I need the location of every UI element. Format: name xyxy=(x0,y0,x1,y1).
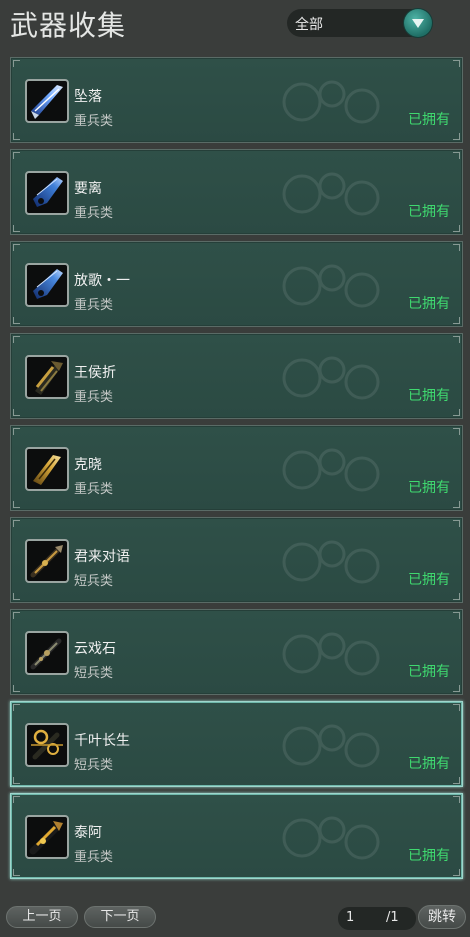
page-input[interactable]: 1 xyxy=(346,910,376,925)
weapon-name: 泰阿 xyxy=(74,825,102,841)
weapon-name: 放歌・一 xyxy=(74,273,130,289)
weapon-item[interactable]: 君来对语 短兵类 已拥有 xyxy=(10,517,463,603)
weapon-category: 短兵类 xyxy=(74,666,114,681)
short-weapon-icon xyxy=(25,539,69,583)
short-weapon-icon xyxy=(25,631,69,675)
weapon-name: 克晓 xyxy=(74,457,102,473)
short-weapon-icon xyxy=(25,723,69,767)
prev-page-button[interactable]: 上一页 xyxy=(6,906,78,928)
owned-status: 已拥有 xyxy=(408,388,450,404)
weapon-name: 王侯折 xyxy=(74,365,116,381)
page-total: /1 xyxy=(386,910,399,925)
weapon-item[interactable]: 坠落 重兵类 已拥有 xyxy=(10,57,463,143)
heavy-weapon-icon xyxy=(25,815,69,859)
pagination: 上一页 下一页 1 /1 跳转 xyxy=(0,897,470,937)
page-input-box: 1 /1 xyxy=(338,907,416,930)
weapon-item[interactable]: 放歌・一 重兵类 已拥有 xyxy=(10,241,463,327)
owned-status: 已拥有 xyxy=(408,480,450,496)
weapon-name: 要离 xyxy=(74,181,102,197)
page-title: 武器收集 xyxy=(10,9,127,42)
filter-label: 全部 xyxy=(295,17,323,33)
owned-status: 已拥有 xyxy=(408,112,450,128)
weapon-category: 重兵类 xyxy=(74,482,114,497)
header: 武器收集 全部 xyxy=(0,0,470,50)
weapon-category: 重兵类 xyxy=(74,298,114,313)
weapon-name: 千叶长生 xyxy=(74,733,130,749)
weapon-category: 短兵类 xyxy=(74,758,114,773)
filter-dropdown[interactable]: 全部 xyxy=(287,9,432,37)
weapon-item[interactable]: 泰阿 重兵类 已拥有 xyxy=(10,793,463,879)
heavy-weapon-icon xyxy=(25,355,69,399)
jump-button[interactable]: 跳转 xyxy=(418,905,466,929)
weapon-item[interactable]: 千叶长生 短兵类 已拥有 xyxy=(10,701,463,787)
owned-status: 已拥有 xyxy=(408,296,450,312)
weapon-category: 重兵类 xyxy=(74,850,114,865)
next-page-button[interactable]: 下一页 xyxy=(84,906,156,928)
weapon-item[interactable]: 王侯折 重兵类 已拥有 xyxy=(10,333,463,419)
blade-icon xyxy=(25,79,69,123)
weapon-item[interactable]: 要离 重兵类 已拥有 xyxy=(10,149,463,235)
owned-status: 已拥有 xyxy=(408,756,450,772)
weapon-category: 短兵类 xyxy=(74,574,114,589)
weapon-item[interactable]: 云戏石 短兵类 已拥有 xyxy=(10,609,463,695)
weapon-name: 坠落 xyxy=(74,89,102,105)
owned-status: 已拥有 xyxy=(408,572,450,588)
weapon-category: 重兵类 xyxy=(74,206,114,221)
owned-status: 已拥有 xyxy=(408,664,450,680)
weapon-item[interactable]: 克晓 重兵类 已拥有 xyxy=(10,425,463,511)
heavy-weapon-icon xyxy=(25,447,69,491)
weapon-name: 云戏石 xyxy=(74,641,116,657)
weapon-category: 重兵类 xyxy=(74,114,114,129)
chevron-down-icon[interactable] xyxy=(404,9,432,37)
owned-status: 已拥有 xyxy=(408,848,450,864)
weapon-name: 君来对语 xyxy=(74,549,130,565)
owned-status: 已拥有 xyxy=(408,204,450,220)
blade-icon xyxy=(25,263,69,307)
blade-icon xyxy=(25,171,69,215)
weapon-category: 重兵类 xyxy=(74,390,114,405)
